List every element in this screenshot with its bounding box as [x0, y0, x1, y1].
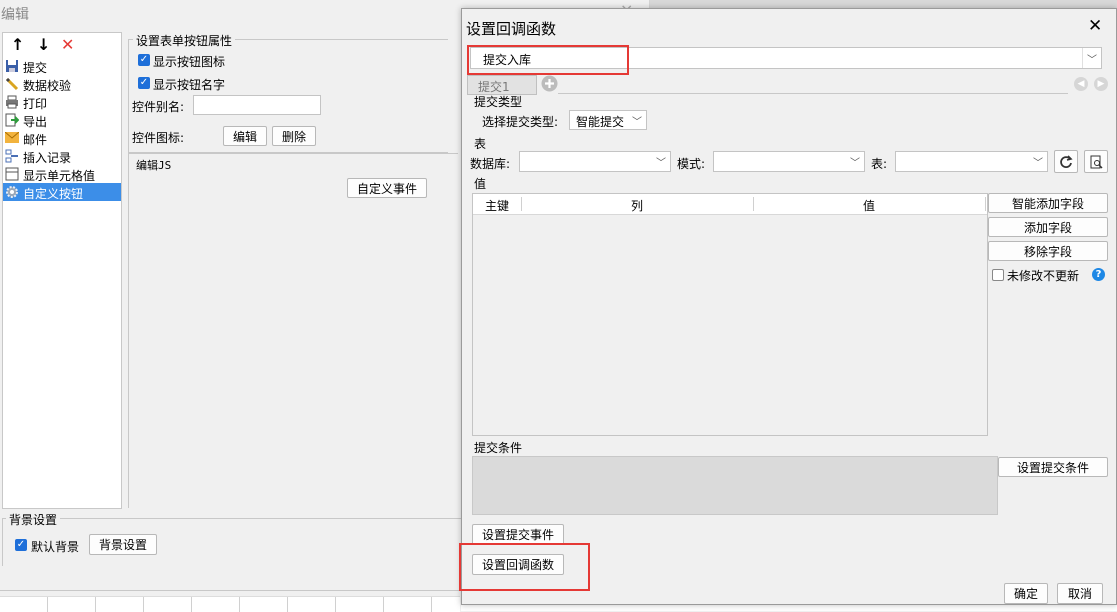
icon-delete-button[interactable]: 删除	[272, 126, 316, 146]
no-update-label: 未修改不更新	[1007, 269, 1080, 283]
preview-icon	[1090, 155, 1103, 169]
submit-type-label: 选择提交类型:	[482, 115, 559, 129]
list-item-label: 自定义按钮	[23, 187, 84, 201]
icon-label: 控件图标:	[132, 131, 185, 145]
show-name-checkbox[interactable]: ✓	[138, 77, 150, 89]
background-settings-title: 背景设置	[6, 511, 61, 528]
cell-value-icon	[5, 167, 19, 181]
table-label: 表:	[871, 157, 888, 171]
window-title: 编辑	[1, 7, 29, 23]
icon-edit-button[interactable]: 编辑	[223, 126, 267, 146]
alias-label: 控件别名:	[132, 100, 185, 114]
add-field-button[interactable]: 添加字段	[988, 217, 1108, 237]
printer-icon	[6, 95, 18, 109]
show-name-label: 显示按钮名字	[153, 78, 226, 92]
list-item-submit[interactable]: 提交	[3, 57, 121, 75]
column-header-value[interactable]: 值	[863, 197, 875, 214]
highlight-callback-select	[467, 45, 629, 75]
list-item-print[interactable]: 打印	[3, 93, 121, 111]
move-up-button[interactable]: ↑	[11, 35, 24, 54]
list-item-label: 邮件	[23, 133, 48, 147]
submit-type-value: 智能提交	[576, 115, 625, 129]
dialog-close-button[interactable]: ✕	[1088, 16, 1102, 36]
submit-type-section: 提交类型	[474, 95, 523, 109]
list-item-export[interactable]: 导出	[3, 111, 121, 129]
field-table-header: 主键 列 值	[473, 194, 987, 215]
column-divider	[521, 197, 522, 211]
dialog-title: 设置回调函数	[466, 20, 557, 38]
tab-submit-1[interactable]: 提交1	[467, 75, 537, 95]
gear-icon	[6, 186, 18, 198]
preview-button[interactable]	[1084, 150, 1108, 173]
highlight-callback-button	[459, 543, 590, 591]
database-label: 数据库:	[470, 157, 511, 171]
edit-js-title: 编辑JS	[136, 159, 172, 172]
field-table: 主键 列 值	[472, 193, 988, 436]
schema-select[interactable]: ﹀	[713, 151, 865, 172]
show-icon-checkbox[interactable]: ✓	[138, 54, 150, 66]
insert-record-icon	[5, 149, 18, 163]
table-select[interactable]: ﹀	[895, 151, 1048, 172]
list-item-label: 导出	[23, 115, 48, 129]
list-item-mail[interactable]: 邮件	[3, 129, 121, 147]
list-item-insert-record[interactable]: 插入记录	[3, 147, 121, 165]
chevron-down-icon: ﹀	[1082, 48, 1101, 68]
mail-icon	[5, 132, 19, 143]
condition-area	[472, 456, 998, 515]
list-item-cell-value[interactable]: 显示单元格值	[3, 165, 121, 183]
schema-label: 模式:	[677, 157, 706, 171]
column-divider	[753, 197, 754, 211]
list-item-label: 数据校验	[23, 79, 72, 93]
condition-section: 提交条件	[474, 441, 523, 455]
background-settings-button[interactable]: 背景设置	[89, 534, 157, 555]
list-item-label: 显示单元格值	[23, 169, 96, 183]
chevron-down-icon: ﹀	[656, 158, 666, 169]
help-icon[interactable]: ?	[1092, 268, 1105, 281]
default-background-label: 默认背景	[31, 540, 80, 554]
cancel-button[interactable]: 取消	[1057, 583, 1103, 604]
custom-event-button[interactable]: 自定义事件	[347, 178, 427, 198]
column-header-column[interactable]: 列	[631, 197, 643, 214]
chevron-down-icon: ﹀	[1033, 158, 1043, 169]
footer-divider	[0, 590, 460, 591]
list-item-label: 提交	[23, 61, 48, 75]
callback-dialog: 设置回调函数 ✕ 提交入库 ﹀ 提交1 ◀ ▶ 提交类型 选择提交类型: 智能提…	[459, 8, 1117, 605]
table-section: 表	[474, 137, 487, 151]
sheet-grid	[0, 596, 460, 612]
alias-input[interactable]	[193, 95, 321, 115]
pencil-icon	[5, 77, 19, 91]
default-background-checkbox[interactable]: ✓	[15, 539, 27, 551]
column-divider	[985, 197, 986, 211]
no-update-checkbox[interactable]	[992, 269, 1004, 281]
show-icon-label: 显示按钮图标	[153, 55, 226, 69]
action-list-panel: ↑ ↓ ✕ 提交 数据校验 打印 导出 邮件 插入记录 显示单元格值 自定义按钮	[2, 32, 122, 509]
values-section: 值	[474, 177, 487, 191]
edit-js-panel	[128, 153, 458, 508]
list-item-validate[interactable]: 数据校验	[3, 75, 121, 93]
chevron-down-icon: ﹀	[632, 116, 642, 128]
list-item-custom-button[interactable]: 自定义按钮	[3, 183, 121, 201]
database-select[interactable]: ﹀	[519, 151, 671, 172]
delete-item-button[interactable]: ✕	[61, 35, 74, 54]
submit-type-select[interactable]: 智能提交 ﹀	[569, 110, 647, 130]
list-item-label: 打印	[23, 97, 48, 111]
set-condition-button[interactable]: 设置提交条件	[998, 457, 1108, 477]
tab-scroll-left-icon[interactable]: ◀	[1074, 77, 1088, 91]
remove-field-button[interactable]: 移除字段	[988, 241, 1108, 261]
button-properties-title: 设置表单按钮属性	[133, 32, 236, 49]
ok-button[interactable]: 确定	[1004, 583, 1048, 604]
tab-strip-line	[558, 93, 1068, 94]
export-icon	[5, 113, 19, 127]
save-icon	[6, 60, 18, 72]
set-submit-event-button[interactable]: 设置提交事件	[472, 524, 564, 545]
tab-scroll-right-icon[interactable]: ▶	[1094, 77, 1108, 91]
smart-add-field-button[interactable]: 智能添加字段	[988, 193, 1108, 213]
refresh-button[interactable]	[1054, 150, 1078, 173]
column-header-primary-key[interactable]: 主键	[485, 197, 509, 214]
chevron-down-icon: ﹀	[850, 158, 860, 169]
refresh-icon	[1060, 154, 1073, 168]
add-tab-icon[interactable]	[541, 75, 558, 92]
move-down-button[interactable]: ↓	[37, 35, 50, 54]
list-item-label: 插入记录	[23, 151, 72, 165]
